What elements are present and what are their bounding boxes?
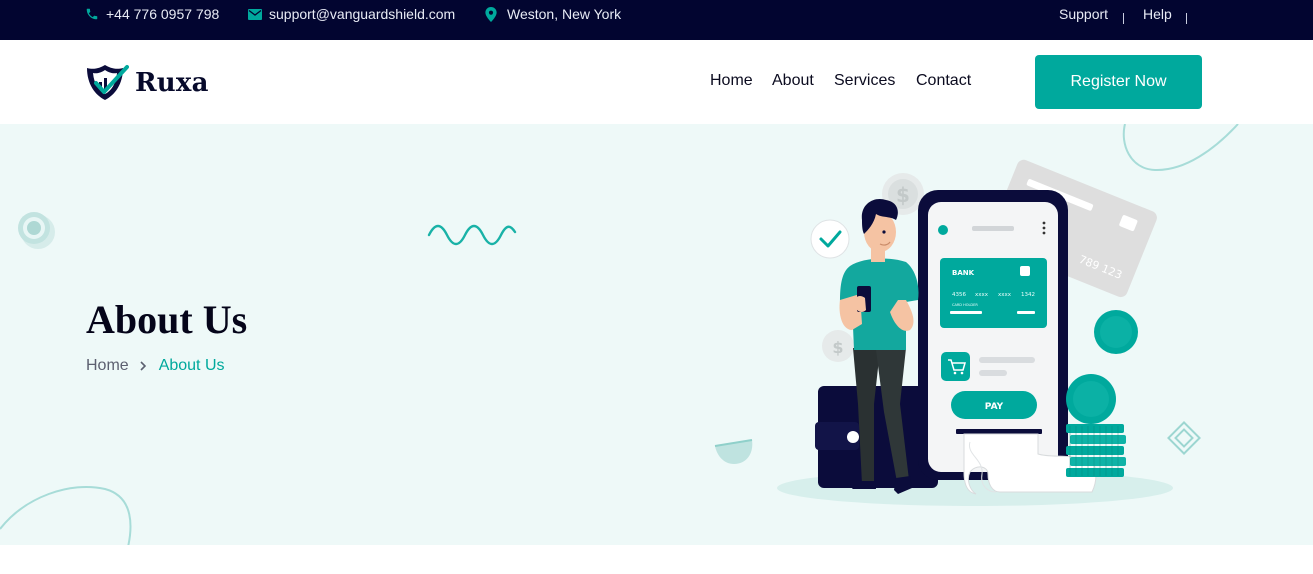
- card-label: BANK: [952, 269, 975, 277]
- email-contact[interactable]: support@vanguardshield.com: [248, 6, 455, 22]
- ring-decoration: [18, 212, 55, 249]
- card-number-part: 4356: [952, 292, 966, 298]
- nav-services[interactable]: Services: [834, 72, 895, 90]
- top-bar: +44 776 0957 798 support@vanguardshield.…: [0, 0, 1313, 40]
- breadcrumb-home-link[interactable]: Home: [86, 357, 129, 375]
- email-address: support@vanguardshield.com: [269, 6, 456, 22]
- nav-contact[interactable]: Contact: [916, 72, 971, 90]
- breadcrumb: Home About Us: [86, 357, 225, 375]
- site-header: Ruxa Home About Services Contact Registe…: [0, 40, 1313, 124]
- divider: [1123, 13, 1124, 24]
- curve-decoration: [0, 485, 132, 545]
- dollar-symbol: $: [832, 338, 843, 357]
- card-number-part: xxxx: [998, 292, 1012, 298]
- phone-icon: [86, 8, 98, 20]
- nav-home[interactable]: Home: [710, 72, 753, 90]
- register-now-button[interactable]: Register Now: [1035, 55, 1202, 109]
- nav-about[interactable]: About: [772, 72, 814, 90]
- card-holder-label: CARD HOLDER: [952, 303, 978, 307]
- pay-label: PAY: [985, 402, 1004, 412]
- breadcrumb-current: About Us: [158, 357, 225, 374]
- mail-icon: [248, 8, 262, 20]
- location-contact: Weston, New York: [485, 6, 621, 22]
- support-link[interactable]: Support: [1059, 6, 1108, 22]
- card-number-part: xxxx: [975, 292, 989, 298]
- logo-text: Ruxa: [135, 68, 209, 98]
- location-text: Weston, New York: [507, 6, 622, 22]
- half-circle-decoration: [714, 439, 753, 464]
- page-title: About Us: [86, 297, 248, 342]
- card-number-part: 1342: [1021, 292, 1035, 298]
- divider: [1186, 13, 1187, 24]
- help-link[interactable]: Help: [1143, 6, 1172, 22]
- dollar-symbol: $: [896, 183, 910, 207]
- phone-contact[interactable]: +44 776 0957 798: [85, 6, 219, 22]
- page-banner: About Us Home About Us 789 123 $ $ BANK …: [0, 124, 1313, 545]
- mobile-payment-illustration: 789 123 $ $ BANK 4356 xxxx xxxx 1342 CAR…: [777, 159, 1173, 506]
- shield-check-icon: [87, 65, 129, 100]
- wave-decoration: [427, 224, 517, 246]
- location-pin-icon: [485, 6, 497, 22]
- chevron-right-icon: [139, 361, 147, 371]
- phone-number: +44 776 0957 798: [106, 6, 220, 22]
- logo[interactable]: Ruxa: [85, 64, 209, 102]
